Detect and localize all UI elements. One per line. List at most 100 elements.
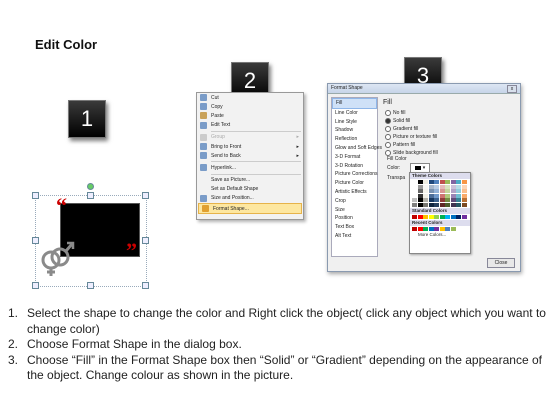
resize-handle[interactable] — [32, 282, 39, 289]
radio-pattern-fill[interactable]: Pattern fill — [385, 142, 415, 148]
color-swatch[interactable] — [428, 198, 434, 202]
color-swatch[interactable] — [445, 214, 450, 219]
color-swatch[interactable] — [423, 193, 428, 198]
color-swatch[interactable] — [461, 193, 467, 198]
color-swatch[interactable] — [434, 202, 439, 207]
color-swatch[interactable] — [423, 198, 428, 202]
color-swatch[interactable] — [434, 214, 439, 219]
color-swatch[interactable] — [445, 189, 450, 193]
category-glow[interactable]: Glow and Soft Edges — [332, 144, 382, 153]
color-swatch[interactable] — [450, 198, 456, 202]
color-swatch[interactable] — [456, 202, 461, 207]
color-swatch[interactable] — [417, 226, 423, 231]
color-swatch[interactable] — [450, 180, 456, 184]
close-icon[interactable]: x — [507, 85, 517, 93]
color-swatch[interactable] — [417, 198, 423, 202]
color-swatch[interactable] — [456, 193, 461, 198]
category-line-color[interactable]: Line Color — [332, 109, 377, 118]
category-picture-color[interactable]: Picture Color — [332, 179, 377, 188]
resize-handle[interactable] — [87, 192, 94, 199]
color-swatch[interactable] — [456, 198, 461, 202]
category-position[interactable]: Position — [332, 214, 377, 223]
color-swatch[interactable] — [461, 202, 467, 207]
radio-no-fill[interactable]: No fill — [385, 110, 406, 116]
resize-handle[interactable] — [142, 282, 149, 289]
category-shadow[interactable]: Shadow — [332, 126, 377, 135]
color-swatch[interactable] — [417, 214, 423, 219]
category-picture-corrections[interactable]: Picture Corrections — [332, 170, 378, 179]
color-swatch[interactable] — [445, 193, 450, 198]
menu-item-copy[interactable]: Copy — [197, 102, 303, 111]
radio-picture-fill[interactable]: Picture or texture fill — [385, 134, 437, 140]
color-swatch[interactable] — [423, 189, 428, 193]
color-swatch[interactable] — [423, 226, 428, 231]
color-swatch[interactable] — [461, 198, 467, 202]
color-swatch[interactable] — [423, 180, 428, 184]
color-swatch[interactable] — [417, 189, 423, 193]
color-swatch[interactable] — [428, 202, 434, 207]
color-swatch[interactable] — [450, 189, 456, 193]
color-swatch[interactable] — [434, 226, 439, 231]
category-text-box[interactable]: Text Box — [332, 223, 377, 232]
category-fill[interactable]: Fill — [332, 98, 377, 109]
menu-item-group[interactable]: Group ▸ — [197, 133, 303, 142]
category-crop[interactable]: Crop — [332, 197, 377, 206]
resize-handle[interactable] — [32, 192, 39, 199]
color-swatch[interactable] — [417, 193, 423, 198]
rotate-handle[interactable] — [87, 183, 94, 190]
color-swatch[interactable] — [461, 189, 467, 193]
color-swatch[interactable] — [450, 193, 456, 198]
category-3d-rotation[interactable]: 3-D Rotation — [332, 162, 377, 171]
color-swatch[interactable] — [439, 214, 445, 219]
color-swatch[interactable] — [417, 180, 423, 184]
color-swatch[interactable] — [461, 214, 467, 219]
menu-item-paste[interactable]: Paste — [197, 111, 303, 120]
color-swatch[interactable] — [417, 184, 423, 189]
category-alt-text[interactable]: Alt Text — [332, 232, 377, 241]
color-swatch[interactable] — [428, 193, 434, 198]
color-swatch[interactable] — [456, 214, 461, 219]
color-swatch[interactable] — [423, 214, 428, 219]
color-swatch[interactable] — [423, 184, 428, 189]
color-swatch[interactable] — [412, 189, 417, 193]
color-swatch[interactable] — [461, 180, 467, 184]
color-swatch[interactable] — [456, 180, 461, 184]
color-swatch[interactable] — [450, 202, 456, 207]
menu-item-cut[interactable]: Cut — [197, 93, 303, 102]
color-swatch[interactable] — [428, 189, 434, 193]
color-swatch[interactable] — [461, 184, 467, 189]
color-swatch[interactable] — [445, 202, 450, 207]
color-swatch[interactable] — [434, 198, 439, 202]
color-swatch[interactable] — [445, 198, 450, 202]
color-swatch[interactable] — [445, 184, 450, 189]
resize-handle[interactable] — [142, 192, 149, 199]
color-swatch[interactable] — [412, 202, 417, 207]
color-swatch[interactable] — [456, 184, 461, 189]
color-swatch[interactable] — [428, 226, 434, 231]
close-button[interactable]: Close — [487, 258, 515, 268]
color-swatch[interactable] — [412, 198, 417, 202]
color-swatch[interactable] — [450, 226, 456, 231]
color-swatch[interactable] — [434, 189, 439, 193]
color-swatch[interactable] — [417, 202, 423, 207]
color-swatch[interactable] — [439, 193, 445, 198]
color-swatch[interactable] — [428, 214, 434, 219]
color-swatch[interactable] — [439, 184, 445, 189]
color-swatch[interactable] — [434, 180, 439, 184]
color-swatch[interactable] — [439, 202, 445, 207]
color-swatch[interactable] — [412, 180, 417, 184]
color-swatch[interactable] — [428, 184, 434, 189]
category-line-style[interactable]: Line Style — [332, 118, 377, 127]
color-swatch[interactable] — [412, 214, 417, 219]
radio-gradient-fill[interactable]: Gradient fill — [385, 126, 418, 132]
menu-item-format-shape[interactable]: Format Shape... — [198, 203, 302, 215]
resize-handle[interactable] — [142, 237, 149, 244]
menu-item-edit-text[interactable]: Edit Text — [197, 121, 303, 130]
color-swatch[interactable] — [412, 226, 417, 231]
menu-item-send-to-back[interactable]: Send to Back ▸ — [197, 151, 303, 160]
color-swatch[interactable] — [412, 193, 417, 198]
color-swatch[interactable] — [423, 202, 428, 207]
category-reflection[interactable]: Reflection — [332, 135, 377, 144]
color-swatch[interactable] — [434, 193, 439, 198]
more-colors-link[interactable]: More Colors... — [410, 232, 470, 237]
